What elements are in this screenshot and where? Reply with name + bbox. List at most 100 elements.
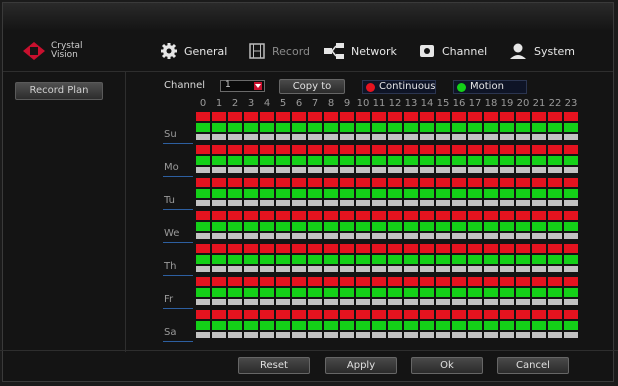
schedule-cell[interactable] <box>372 112 386 121</box>
schedule-cell[interactable] <box>244 233 258 239</box>
schedule-cell[interactable] <box>484 145 498 154</box>
schedule-grid[interactable] <box>195 112 579 343</box>
schedule-cell[interactable] <box>500 189 514 198</box>
schedule-cell[interactable] <box>420 178 434 187</box>
schedule-cell[interactable] <box>292 299 306 305</box>
schedule-cell[interactable] <box>548 178 562 187</box>
schedule-cell[interactable] <box>420 189 434 198</box>
schedule-cell[interactable] <box>516 321 530 330</box>
schedule-cell[interactable] <box>404 244 418 253</box>
schedule-cell[interactable] <box>228 145 242 154</box>
schedule-cell[interactable] <box>244 200 258 206</box>
schedule-cell[interactable] <box>484 156 498 165</box>
schedule-cell[interactable] <box>404 310 418 319</box>
schedule-cell[interactable] <box>340 321 354 330</box>
schedule-cell[interactable] <box>548 321 562 330</box>
schedule-cell[interactable] <box>228 310 242 319</box>
schedule-cell[interactable] <box>436 211 450 220</box>
schedule-cell[interactable] <box>324 112 338 121</box>
schedule-cell[interactable] <box>196 255 210 264</box>
schedule-cell[interactable] <box>516 255 530 264</box>
schedule-cell[interactable] <box>260 288 274 297</box>
schedule-cell[interactable] <box>212 211 226 220</box>
reset-button[interactable]: Reset <box>238 357 310 374</box>
schedule-cell[interactable] <box>244 266 258 272</box>
schedule-cell[interactable] <box>340 211 354 220</box>
schedule-cell[interactable] <box>388 310 402 319</box>
schedule-cell[interactable] <box>308 288 322 297</box>
schedule-cell[interactable] <box>516 310 530 319</box>
schedule-cell[interactable] <box>276 299 290 305</box>
schedule-cell[interactable] <box>532 189 546 198</box>
schedule-cell[interactable] <box>212 244 226 253</box>
schedule-cell[interactable] <box>308 266 322 272</box>
schedule-cell[interactable] <box>564 156 578 165</box>
schedule-cell[interactable] <box>212 189 226 198</box>
schedule-cell[interactable] <box>564 112 578 121</box>
schedule-cell[interactable] <box>516 156 530 165</box>
schedule-cell[interactable] <box>324 244 338 253</box>
schedule-cell[interactable] <box>404 200 418 206</box>
nav-record[interactable]: Record <box>249 31 310 71</box>
schedule-cell[interactable] <box>308 211 322 220</box>
schedule-cell[interactable] <box>388 255 402 264</box>
schedule-cell[interactable] <box>340 112 354 121</box>
schedule-cell[interactable] <box>372 145 386 154</box>
cancel-button[interactable]: Cancel <box>497 357 569 374</box>
schedule-cell[interactable] <box>548 332 562 338</box>
schedule-cell[interactable] <box>548 244 562 253</box>
schedule-cell[interactable] <box>292 255 306 264</box>
schedule-cell[interactable] <box>324 178 338 187</box>
schedule-cell[interactable] <box>340 310 354 319</box>
schedule-cell[interactable] <box>340 266 354 272</box>
schedule-cell[interactable] <box>404 233 418 239</box>
schedule-cell[interactable] <box>212 167 226 173</box>
schedule-cell[interactable] <box>340 288 354 297</box>
schedule-cell[interactable] <box>276 332 290 338</box>
schedule-cell[interactable] <box>324 222 338 231</box>
schedule-cell[interactable] <box>276 288 290 297</box>
schedule-cell[interactable] <box>244 112 258 121</box>
schedule-cell[interactable] <box>292 167 306 173</box>
schedule-cell[interactable] <box>548 167 562 173</box>
schedule-cell[interactable] <box>420 233 434 239</box>
schedule-cell[interactable] <box>516 112 530 121</box>
schedule-cell[interactable] <box>212 134 226 140</box>
schedule-cell[interactable] <box>404 222 418 231</box>
schedule-cell[interactable] <box>500 332 514 338</box>
schedule-cell[interactable] <box>468 299 482 305</box>
schedule-cell[interactable] <box>388 222 402 231</box>
schedule-cell[interactable] <box>548 299 562 305</box>
schedule-cell[interactable] <box>468 332 482 338</box>
schedule-cell[interactable] <box>436 123 450 132</box>
schedule-cell[interactable] <box>420 167 434 173</box>
schedule-cell[interactable] <box>532 277 546 286</box>
schedule-cell[interactable] <box>212 266 226 272</box>
schedule-cell[interactable] <box>260 178 274 187</box>
schedule-cell[interactable] <box>228 299 242 305</box>
schedule-cell[interactable] <box>196 123 210 132</box>
schedule-cell[interactable] <box>388 189 402 198</box>
schedule-cell[interactable] <box>276 145 290 154</box>
nav-network[interactable]: Network <box>324 31 397 71</box>
schedule-cell[interactable] <box>564 244 578 253</box>
schedule-cell[interactable] <box>564 299 578 305</box>
schedule-cell[interactable] <box>324 332 338 338</box>
schedule-cell[interactable] <box>292 310 306 319</box>
schedule-cell[interactable] <box>340 222 354 231</box>
schedule-cell[interactable] <box>484 178 498 187</box>
schedule-cell[interactable] <box>260 123 274 132</box>
schedule-cell[interactable] <box>532 200 546 206</box>
schedule-cell[interactable] <box>452 134 466 140</box>
schedule-cell[interactable] <box>388 156 402 165</box>
schedule-cell[interactable] <box>468 112 482 121</box>
schedule-cell[interactable] <box>196 222 210 231</box>
schedule-cell[interactable] <box>468 310 482 319</box>
schedule-cell[interactable] <box>532 156 546 165</box>
schedule-cell[interactable] <box>564 145 578 154</box>
schedule-cell[interactable] <box>340 167 354 173</box>
schedule-cell[interactable] <box>452 211 466 220</box>
schedule-cell[interactable] <box>260 211 274 220</box>
schedule-cell[interactable] <box>468 255 482 264</box>
schedule-cell[interactable] <box>452 277 466 286</box>
